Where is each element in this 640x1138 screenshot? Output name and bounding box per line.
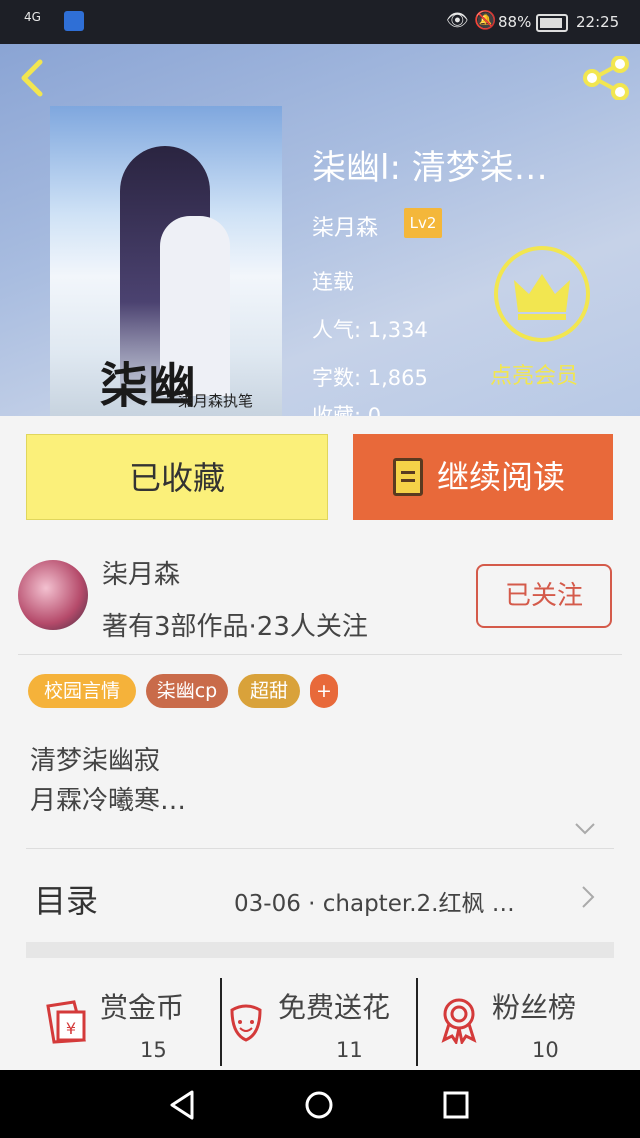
latest-chapter[interactable]: 03-06 · chapter.2.红枫 … — [234, 884, 515, 918]
popularity-count: 人气: 1,334 — [312, 318, 428, 342]
divider — [26, 848, 614, 849]
continue-reading-button[interactable]: 继续阅读 — [353, 434, 613, 520]
system-nav-bar — [0, 1070, 640, 1138]
battery-icon — [536, 14, 568, 32]
author-info: 著有3部作品·23人关注 — [102, 612, 368, 642]
send-flower-value: 11 — [336, 1038, 363, 1062]
fan-ranking-value: 10 — [532, 1038, 559, 1062]
continue-reading-label: 继续阅读 — [437, 458, 566, 496]
chevron-right-icon[interactable] — [580, 884, 596, 910]
word-count: 字数: 1,865 — [312, 366, 428, 390]
svg-text:¥: ¥ — [66, 1019, 76, 1038]
catalog-label[interactable]: 目录 — [34, 876, 98, 922]
tag-cp[interactable]: 柒幽cp — [146, 674, 228, 708]
status-bar: 4G 👁 🔕 88% 22:25 — [0, 0, 640, 44]
chevron-down-icon[interactable] — [574, 822, 596, 836]
envelope-yen-icon: ¥ — [46, 1000, 86, 1044]
book-icon — [393, 458, 423, 496]
share-icon[interactable] — [580, 56, 632, 100]
battery-percent: 88% — [498, 13, 532, 31]
serial-status: 连载 — [312, 270, 354, 294]
vip-label[interactable]: 点亮会员 — [490, 358, 578, 390]
follow-button[interactable]: 已关注 — [476, 564, 612, 628]
collected-button[interactable]: 已收藏 — [26, 434, 328, 520]
book-cover[interactable]: 柒幽 柒月森执笔 — [50, 106, 282, 416]
mute-bell-icon: 🔕 — [474, 10, 497, 31]
collection-count: 收藏: 0 — [312, 405, 381, 416]
eye-icon: 👁 — [446, 10, 469, 31]
header-author-name[interactable]: 柒月森 — [312, 210, 378, 242]
reward-coins-label: 赏金币 — [100, 991, 185, 1024]
flower-icon — [230, 1004, 262, 1042]
nav-home-icon[interactable] — [304, 1090, 334, 1120]
section-separator — [26, 942, 614, 958]
reward-coins-value: 15 — [140, 1038, 167, 1062]
book-title: 柒幽l: 清梦柒… — [312, 148, 548, 188]
author-name[interactable]: 柒月森 — [102, 554, 180, 591]
tag-sweet[interactable]: 超甜 — [238, 674, 300, 708]
app-notification-icon — [64, 11, 84, 31]
nav-recents-icon[interactable] — [442, 1090, 470, 1120]
send-flower-label: 免费送花 — [278, 991, 391, 1024]
tag-campus-romance[interactable]: 校园言情 — [28, 674, 136, 708]
cover-author: 柒月森执笔 — [178, 392, 254, 410]
vip-crown-icon[interactable] — [494, 246, 590, 342]
fan-ranking-label: 粉丝榜 — [492, 991, 577, 1024]
clock: 22:25 — [576, 13, 620, 31]
divider — [18, 654, 622, 655]
add-tag-button[interactable]: + — [310, 674, 338, 708]
back-arrow-icon[interactable] — [14, 56, 54, 100]
medal-icon — [441, 998, 477, 1044]
description-line-1: 清梦柒幽寂 — [30, 746, 161, 776]
signal-indicator: 4G — [24, 10, 41, 24]
level-badge: Lv2 — [404, 208, 442, 238]
author-avatar[interactable] — [18, 560, 88, 630]
description-line-2: 月霖冷曦寒… — [30, 786, 187, 816]
nav-back-icon[interactable] — [168, 1090, 196, 1120]
